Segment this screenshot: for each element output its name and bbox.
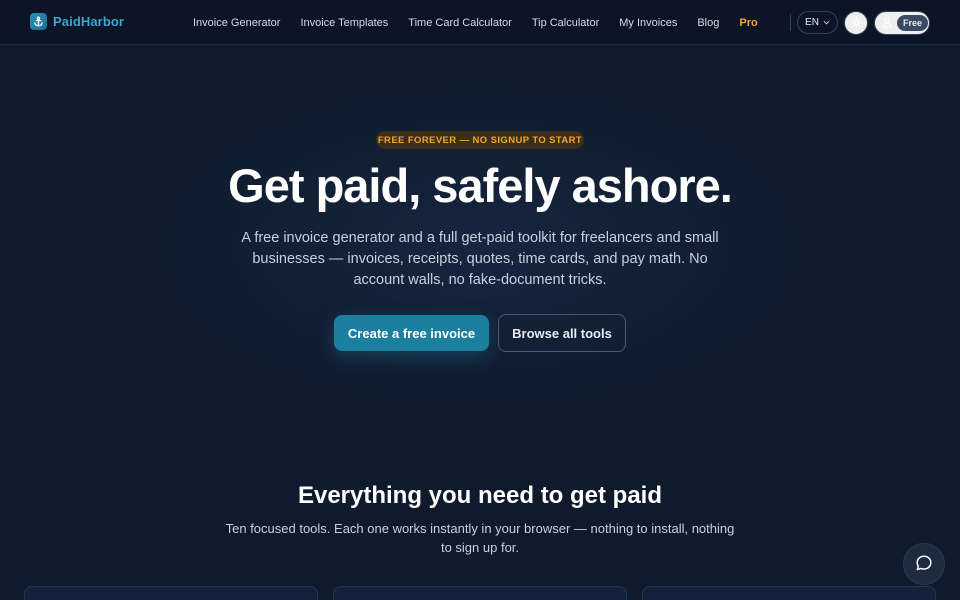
anchor-logo-icon (30, 13, 47, 30)
tools-section-subtitle: Ten focused tools. Each one works instan… (225, 521, 735, 555)
sun-icon (850, 16, 862, 31)
account-button[interactable]: Free (874, 11, 930, 35)
chat-button[interactable] (903, 543, 945, 585)
tool-card[interactable] (333, 586, 627, 600)
tools-section-title: Everything you need to get paid (297, 482, 663, 509)
hero-subtitle: A free invoice generator and a full get-… (241, 230, 719, 288)
brand-name: PaidHarbor (53, 14, 125, 29)
hero-title: Get paid, safely ashore. (228, 159, 733, 212)
nav-invoice-generator[interactable]: Invoice Generator (193, 17, 280, 29)
browse-tools-button[interactable]: Browse all tools (498, 314, 626, 352)
nav-blog[interactable]: Blog (697, 17, 719, 29)
language-label: EN (805, 17, 819, 28)
nav-pro[interactable]: Pro (739, 17, 757, 29)
plan-badge: Free (897, 15, 929, 31)
hero-badge: FREE FOREVER — NO SIGNUP TO START (376, 131, 584, 149)
chevron-down-icon (823, 17, 830, 28)
nav-invoice-templates[interactable]: Invoice Templates (300, 17, 388, 29)
language-selector[interactable]: EN (797, 11, 838, 34)
top-navbar: PaidHarbor Invoice Generator Invoice Tem… (0, 0, 960, 45)
nav-tip-calculator[interactable]: Tip Calculator (532, 17, 599, 29)
chat-bubble-icon (915, 554, 933, 575)
main-nav: Invoice Generator Invoice Templates Time… (193, 0, 778, 45)
user-icon (882, 16, 892, 31)
theme-toggle-button[interactable] (844, 11, 868, 35)
tool-card[interactable] (642, 586, 936, 600)
create-invoice-button[interactable]: Create a free invoice (334, 315, 489, 351)
nav-my-invoices[interactable]: My Invoices (619, 17, 677, 29)
nav-divider (790, 14, 791, 31)
nav-time-card-calculator[interactable]: Time Card Calculator (408, 17, 512, 29)
brand-logo-link[interactable]: PaidHarbor (30, 13, 124, 30)
tool-card[interactable] (24, 586, 318, 600)
